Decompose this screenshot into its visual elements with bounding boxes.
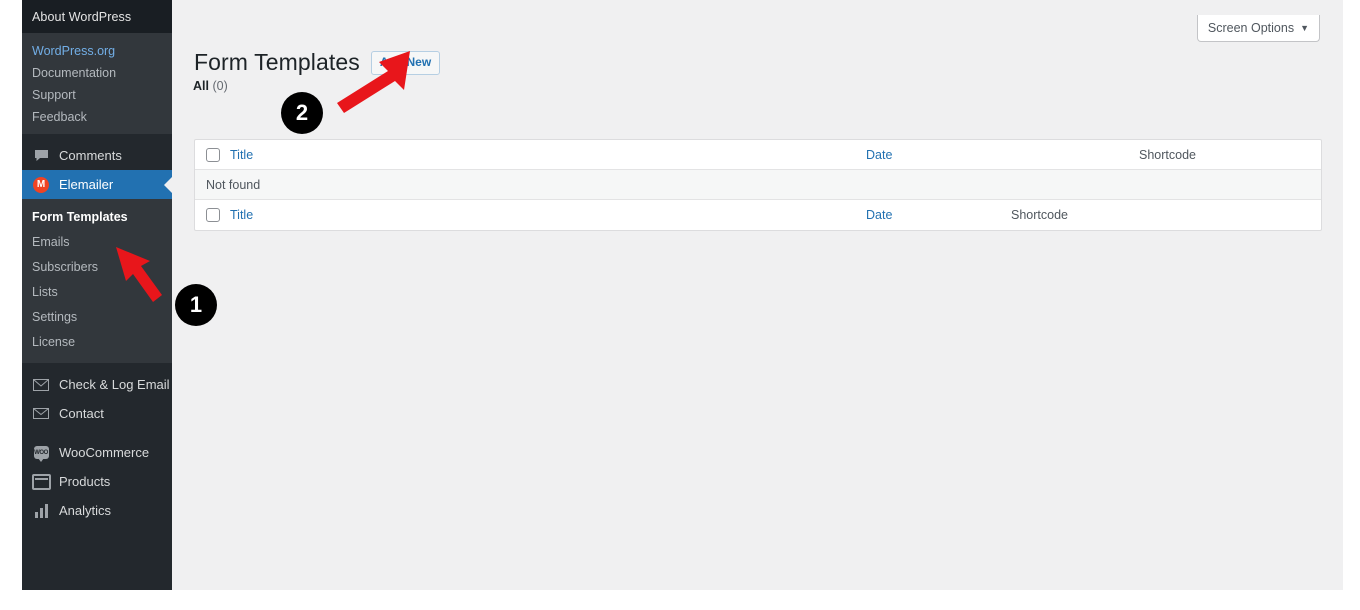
table-empty-row: Not found [195,170,1321,200]
page-title: Form Templates [194,49,360,76]
comment-icon [31,147,51,164]
sidebar-item-analytics[interactable]: Analytics [22,496,172,525]
filter-all-count: (0) [212,79,228,93]
sidebar-subitem-lists[interactable]: Lists [22,280,172,305]
form-templates-table: Title Date Shortcode Not found Title Dat… [194,139,1322,231]
column-header-title[interactable]: Title [230,148,866,162]
add-new-button[interactable]: Add New [370,51,441,76]
column-footer-title[interactable]: Title [230,208,866,222]
sidebar-link-feedback[interactable]: Feedback [22,106,172,128]
select-all-checkbox[interactable] [205,147,220,162]
current-menu-arrow-icon [164,175,172,194]
table-header-row: Title Date Shortcode [195,140,1321,170]
admin-sidebar: About WordPress WordPress.org Documentat… [22,0,172,590]
products-icon [31,473,51,490]
filter-all-label[interactable]: All [193,79,209,93]
sidebar-item-woocommerce[interactable]: WOO WooCommerce [22,438,172,467]
elemailer-icon: M [31,176,51,193]
select-all-checkbox-footer[interactable] [205,208,220,222]
analytics-bars-icon [31,502,51,519]
sidebar-item-about-wordpress[interactable]: About WordPress [22,0,172,33]
sidebar-item-products[interactable]: Products [22,467,172,496]
screen-options-label: Screen Options [1207,21,1295,35]
envelope-icon [31,405,51,422]
sidebar-divider [22,134,172,141]
page-header: Form Templates Add New [194,33,441,94]
sidebar-item-elemailer[interactable]: M Elemailer [22,170,172,199]
sidebar-item-label-contact: Contact [59,406,104,421]
sidebar-item-label-analytics: Analytics [59,503,112,518]
table-footer-row: Title Date Shortcode [195,200,1321,230]
sidebar-divider-2 [22,363,172,370]
screen-options-tab[interactable]: Screen Options ▼ [1196,15,1320,42]
sidebar-link-documentation[interactable]: Documentation [22,62,172,84]
envelope-open-icon [31,376,51,393]
select-all-checkbox-cell[interactable] [195,147,230,162]
sidebar-subitem-license[interactable]: License [22,330,172,355]
sidebar-subitem-emails[interactable]: Emails [22,230,172,255]
annotation-marker-1: 1 [175,284,217,326]
sidebar-subitem-settings[interactable]: Settings [22,305,172,330]
filter-links: All (0) [193,79,228,93]
sidebar-divider-3 [22,428,172,438]
sidebar-item-check-and-log-email[interactable]: Check & Log Email [22,370,172,399]
select-all-checkbox-footer-cell[interactable] [195,208,230,222]
column-footer-date[interactable]: Date [866,208,1011,222]
sidebar-wordpress-links: WordPress.org Documentation Support Feed… [22,33,172,134]
sidebar-item-comments[interactable]: Comments [22,141,172,170]
sidebar-item-label-elemailer: Elemailer [59,177,114,192]
sidebar-item-label-comments: Comments [59,148,122,163]
sidebar-item-contact[interactable]: Contact [22,399,172,428]
sidebar-link-wordpress-org[interactable]: WordPress.org [22,40,172,62]
sidebar-item-label-woocommerce: WooCommerce [59,445,150,460]
woocommerce-icon: WOO [31,444,51,462]
column-header-shortcode: Shortcode [1139,147,1196,162]
sidebar-subitem-form-templates[interactable]: Form Templates [22,205,172,230]
column-footer-shortcode: Shortcode [1011,208,1068,222]
sidebar-item-label-products: Products [59,474,111,489]
screenshot-root: About WordPress WordPress.org Documentat… [0,0,1360,610]
column-header-date[interactable]: Date [866,148,1139,162]
about-wordpress-label: About WordPress [32,9,132,24]
annotation-marker-2: 2 [281,92,323,134]
chevron-down-icon: ▼ [1300,23,1309,33]
sidebar-link-support[interactable]: Support [22,84,172,106]
sidebar-subitem-subscribers[interactable]: Subscribers [22,255,172,280]
table-empty-message: Not found [206,177,261,192]
sidebar-item-label-check-and-log-email: Check & Log Email [59,377,170,392]
annotation-marker-2-number: 2 [295,100,309,125]
elemailer-submenu: Form Templates Emails Subscribers Lists … [22,199,172,363]
annotation-marker-1-number: 1 [189,292,203,317]
